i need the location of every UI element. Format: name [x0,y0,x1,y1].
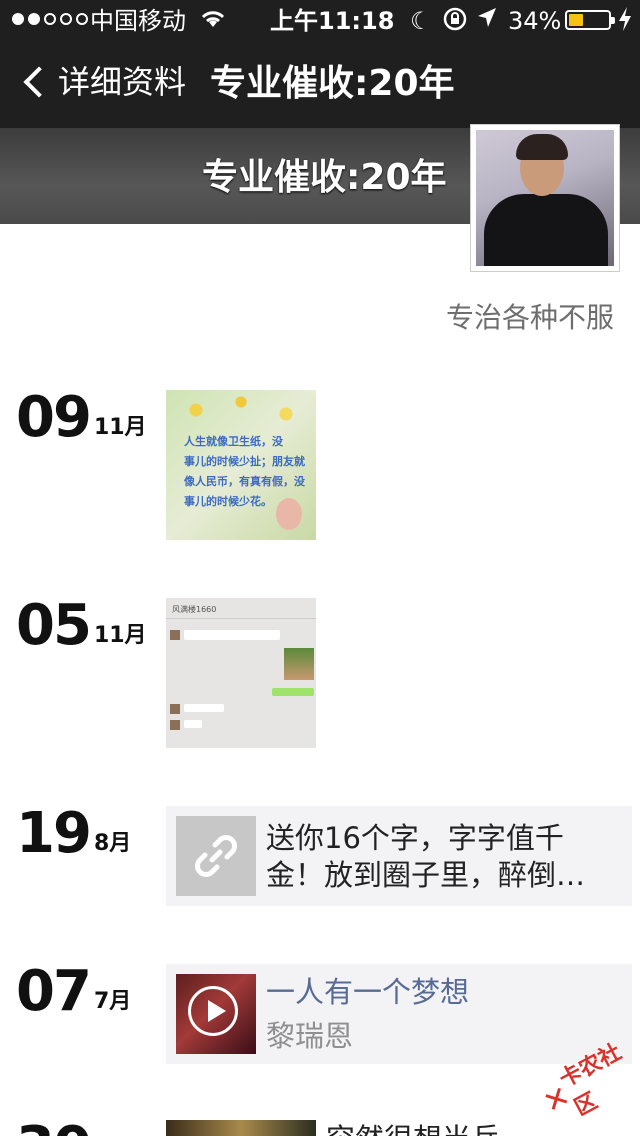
navigation-bar: 详细资料 专业催收:20年 [0,40,640,128]
post-month: 11月 [93,623,147,648]
link-icon [176,816,256,896]
post-date: 09 11月 [16,390,147,446]
avatar-image [476,130,614,266]
profile-signature: 专治各种不服 [445,301,614,334]
wifi-icon [198,6,228,37]
shared-link-card[interactable]: 送你16个字，字字值千 金！放到圈子里，醉倒… [166,806,632,906]
location-arrow-icon [476,6,498,37]
post-day: 09 [16,385,92,450]
post-date: 05 11月 [16,598,147,654]
post-image-thumbnail[interactable] [166,1120,316,1136]
do-not-disturb-icon: ☾ [410,7,432,35]
post-day: 19 [16,801,92,866]
profile-name: 专业催收:20年 [202,157,447,198]
back-button-label: 详细资料 [58,63,187,101]
carrier-label: 中国移动 [90,7,186,35]
clock-label: 上午11:18 [270,7,395,35]
post-date: 30 [16,1120,92,1136]
chevron-left-icon [23,66,55,98]
post-day: 30 [16,1120,92,1136]
play-icon[interactable] [188,986,238,1036]
post-date: 19 8月 [16,806,131,862]
post-date: 07 7月 [16,964,131,1020]
rotation-lock-icon [442,6,468,39]
post-month: 11月 [93,415,147,440]
shared-music-card[interactable]: 一人有一个梦想 黎瑞恩 [166,964,632,1064]
battery-percent: 34% [508,7,562,35]
chat-screenshot-title: 风满楼1660 [172,605,217,614]
signal-strength-icon [12,13,88,25]
post-image-thumbnail[interactable]: 人生就像卫生纸，没 事儿的时候少扯；朋友就 像人民币，有真有假，没 事儿的时候少… [166,390,316,540]
page-title: 专业催收:20年 [210,63,455,104]
link-title: 送你16个字，字字值千 金！放到圈子里，醉倒… [266,821,586,892]
battery-icon [565,10,615,30]
avatar[interactable] [470,124,620,272]
post-month: 7月 [93,989,132,1014]
post-month: 8月 [93,831,132,856]
back-button[interactable]: 详细资料 [18,62,186,102]
status-bar: 中国移动 上午11:18 ☾ 34% [0,0,640,40]
post-text[interactable]: 突然很想当兵 [326,1116,500,1136]
post-image-thumbnail[interactable]: 风满楼1660 [166,598,316,748]
charging-bolt-icon [618,6,632,39]
song-title: 一人有一个梦想 [266,975,470,1009]
song-artist: 黎瑞恩 [266,1019,354,1053]
post-day: 07 [16,959,92,1024]
post-day: 05 [16,593,92,658]
